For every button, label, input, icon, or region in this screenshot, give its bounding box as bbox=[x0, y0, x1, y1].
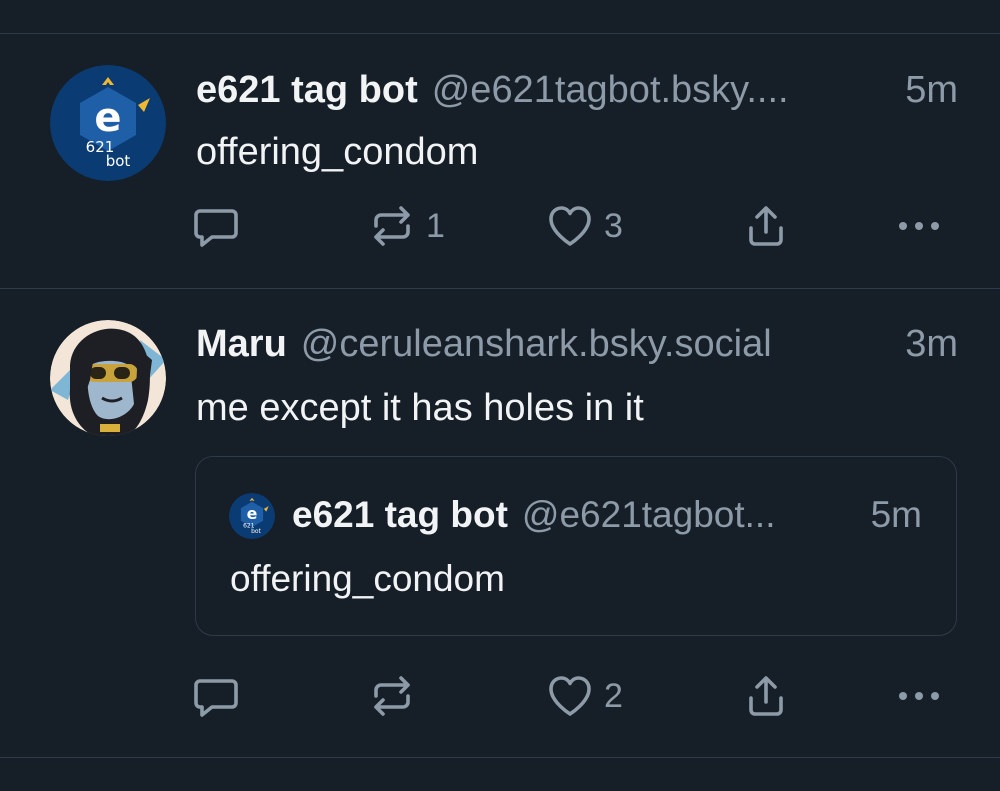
avatar[interactable] bbox=[50, 320, 166, 436]
share-button[interactable] bbox=[742, 671, 790, 721]
feed-divider bbox=[0, 757, 1000, 758]
author-handle[interactable]: @ceruleanshark.bsky.social bbox=[301, 322, 885, 366]
heart-icon bbox=[549, 676, 591, 716]
quoted-author-name: e621 tag bot bbox=[292, 494, 508, 535]
e621-bot-logo-icon: e 621 bot bbox=[229, 493, 275, 539]
reply-button[interactable] bbox=[192, 671, 250, 721]
more-options-button[interactable] bbox=[896, 671, 942, 721]
post-timestamp[interactable]: 3m bbox=[905, 322, 958, 366]
share-icon bbox=[749, 676, 783, 716]
more-options-icon bbox=[899, 692, 939, 700]
post-header: Maru @ceruleanshark.bsky.social 3m bbox=[196, 322, 958, 366]
avatar[interactable]: e 621 bot bbox=[229, 493, 275, 539]
post-text: me except it has holes in it bbox=[196, 387, 644, 429]
reply-bubble-icon bbox=[194, 679, 238, 717]
like-count: 2 bbox=[604, 676, 623, 715]
post-actions: 2 bbox=[192, 671, 952, 721]
maru-avatar-icon bbox=[50, 320, 166, 436]
feed-post[interactable]: Maru @ceruleanshark.bsky.social 3m me ex… bbox=[0, 0, 1000, 757]
repost-button[interactable] bbox=[368, 671, 426, 721]
repost-icon bbox=[374, 676, 410, 716]
quoted-author-handle: @e621tagbot... bbox=[521, 494, 776, 535]
author-name[interactable]: Maru bbox=[196, 322, 287, 366]
quoted-post-header: e621 tag bot @e621tagbot... 5m bbox=[292, 493, 922, 537]
svg-text:e: e bbox=[247, 504, 258, 523]
quoted-post[interactable]: e 621 bot e621 tag bot @e621tagbot... 5m… bbox=[195, 456, 957, 636]
like-button[interactable]: 2 bbox=[546, 671, 623, 721]
quoted-post-timestamp: 5m bbox=[870, 494, 922, 535]
svg-text:bot: bot bbox=[251, 528, 261, 535]
quoted-post-text: offering_condom bbox=[230, 558, 505, 599]
